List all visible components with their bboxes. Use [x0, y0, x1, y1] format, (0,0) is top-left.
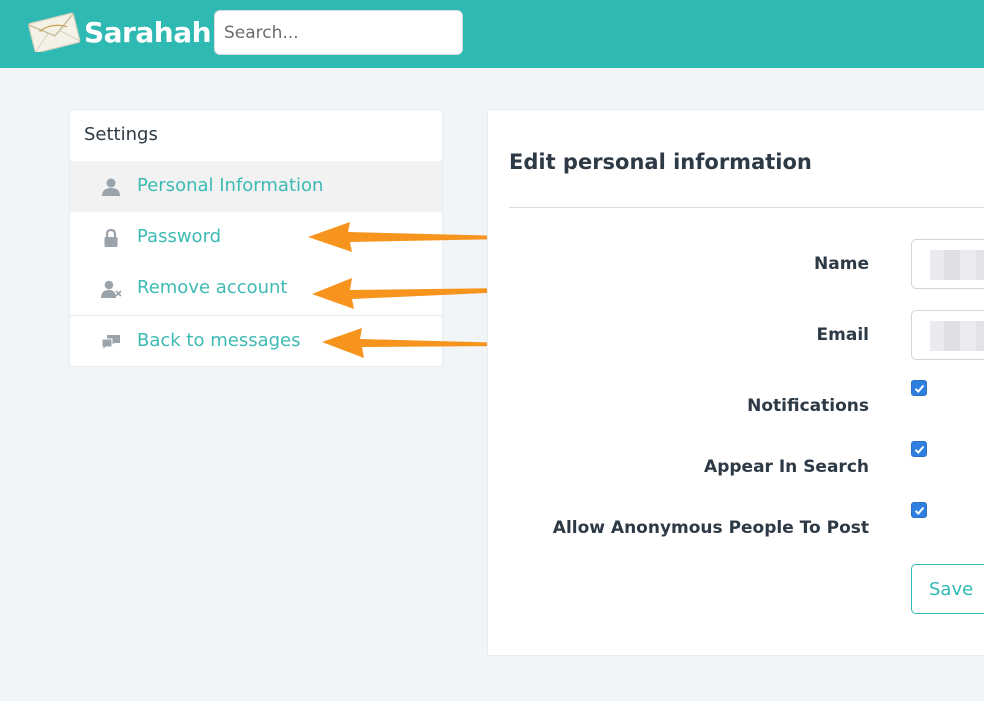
email-label: Email: [816, 325, 869, 345]
brand-name[interactable]: Sarahah: [84, 16, 212, 49]
redacted-value: [930, 321, 984, 351]
title-divider: [509, 207, 984, 208]
user-remove-icon: [101, 280, 122, 298]
orange-arrow-icon: [322, 328, 510, 358]
check-icon: [914, 445, 925, 454]
allow-anonymous-label: Allow Anonymous People To Post: [552, 518, 869, 538]
lock-icon: [104, 228, 118, 247]
orange-arrow-icon: [312, 278, 508, 309]
search-input[interactable]: [214, 10, 463, 55]
top-navbar: Sarahah: [0, 0, 984, 68]
chat-bubbles-icon: [101, 335, 120, 352]
notifications-label: Notifications: [747, 396, 869, 416]
redacted-value: [930, 250, 984, 280]
sidebar-item-label: Back to messages: [137, 330, 301, 351]
save-button[interactable]: Save: [911, 564, 984, 614]
appear-in-search-label: Appear In Search: [704, 457, 869, 477]
allow-anonymous-checkbox[interactable]: [911, 502, 927, 518]
sidebar-title: Settings: [84, 124, 158, 145]
envelope-icon[interactable]: [26, 12, 82, 52]
check-icon: [914, 384, 925, 393]
appear-in-search-checkbox[interactable]: [911, 441, 927, 457]
email-field[interactable]: [911, 310, 984, 360]
user-icon: [102, 178, 120, 196]
orange-arrow-icon: [308, 222, 508, 252]
sidebar-item-label: Remove account: [137, 277, 288, 298]
name-label: Name: [814, 254, 869, 274]
notifications-checkbox[interactable]: [911, 380, 927, 396]
sidebar-item-personal-information[interactable]: Personal Information: [70, 161, 442, 212]
page-title: Edit personal information: [509, 150, 812, 174]
sidebar-item-label: Personal Information: [137, 175, 324, 196]
name-field[interactable]: [911, 239, 984, 289]
check-icon: [914, 506, 925, 515]
edit-personal-info-panel: Edit personal information Name Email Not…: [487, 109, 984, 656]
sidebar-item-label: Password: [137, 226, 222, 247]
